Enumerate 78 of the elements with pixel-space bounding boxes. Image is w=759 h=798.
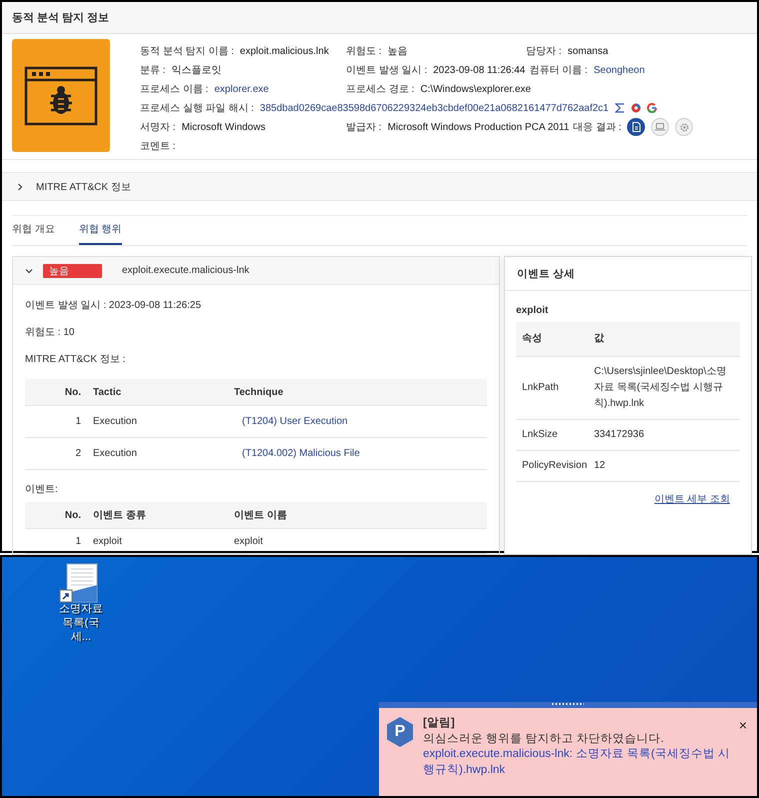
- bug-window-icon: [24, 66, 98, 126]
- field-label: 담당자 :: [526, 45, 562, 58]
- table-cell: Execution: [93, 416, 137, 427]
- mitre-accordion[interactable]: MITRE ATT&CK 정보: [2, 172, 757, 201]
- detail-line: MITRE ATT&CK 정보 :: [25, 353, 126, 366]
- column-header: Tactic: [93, 386, 122, 398]
- field-value: Microsoft Windows: [182, 122, 266, 132]
- close-button[interactable]: ×: [738, 716, 747, 734]
- panel-heading: 이벤트 상세: [505, 257, 751, 291]
- table-cell: exploit: [234, 536, 263, 546]
- events-label: 이벤트:: [25, 483, 59, 496]
- field-label: 코멘트 :: [140, 140, 176, 153]
- table-cell-text: C:\Users\sjinlee\Desktop\소명자료 목록(국세징수법 시행규칙).hwp.lnk: [594, 365, 728, 411]
- column-header: 값: [594, 332, 605, 346]
- technique-link[interactable]: (T1204) User Execution: [234, 416, 348, 427]
- severity-badge: 높음: [43, 264, 102, 278]
- field-value: 2023-09-08 11:26:44: [433, 64, 526, 76]
- notification-message: 의심스러운 행위를 탐지하고 차단하였습니다.: [423, 732, 665, 747]
- document-icon[interactable]: [627, 118, 646, 136]
- field-label: 컴퓨터 이름 :: [529, 64, 588, 77]
- field-label: 동적 분석 탐지 이름 :: [140, 45, 234, 58]
- field-value: Microsoft Windows Production PCA 2011: [388, 122, 570, 132]
- field-value: C:\Windows\explorer.exe: [420, 84, 531, 94]
- logo-icon: P: [385, 716, 415, 748]
- table-cell-text: LnkPath: [522, 381, 560, 395]
- table-cell: Execution: [93, 448, 137, 459]
- column-header: 속성: [522, 332, 543, 346]
- tab[interactable]: 위협 개요: [12, 222, 55, 245]
- table-cell-text: LnkSize: [522, 428, 559, 442]
- gear-icon[interactable]: [675, 118, 694, 136]
- field-link[interactable]: explorer.exe: [214, 84, 269, 94]
- behavior-title: exploit.execute.malicious-lnk: [122, 265, 250, 276]
- column-header: No.: [64, 510, 82, 520]
- table-cell-text: PolicyRevision: [522, 459, 588, 473]
- icon-label: 소명자료 목록(국세...: [58, 603, 104, 644]
- field-label: 프로세스 이름 :: [140, 83, 208, 96]
- detail-line: 위험도 : 10: [25, 326, 76, 339]
- chevron-icon[interactable]: [25, 266, 33, 274]
- table-cell-text: 2: [75, 448, 82, 459]
- field-label: 이벤트 발생 일시 :: [346, 64, 428, 77]
- detail-link[interactable]: 이벤트 세부 조회: [654, 492, 730, 506]
- field-value: 익스플로잇: [172, 64, 222, 77]
- grip-icon[interactable]: [551, 702, 585, 706]
- table-cell-text: 1: [75, 416, 82, 427]
- notification-title: [알림]: [423, 716, 456, 731]
- field-link[interactable]: 385dbad0269cae83598d6706229324eb3cbdef00e21a0682161477d762aaf2c1: [260, 102, 609, 114]
- table-cell-text: 334172936: [594, 428, 646, 442]
- detail-line: 이벤트 발생 일시 : 2023-09-08 11:26:25: [25, 299, 202, 312]
- chevron-icon[interactable]: [16, 182, 24, 190]
- laptop-icon[interactable]: [651, 118, 670, 136]
- technique-link[interactable]: (T1204.002) Malicious File: [234, 448, 360, 459]
- table-cell-text: 12: [594, 459, 606, 473]
- field-label: 발급자 :: [346, 121, 382, 134]
- table-cell-text: 1: [75, 536, 82, 546]
- field-value: somansa: [568, 46, 608, 56]
- field-value: 높음: [388, 45, 408, 58]
- field-label: 대응 결과 :: [573, 121, 622, 134]
- field-link[interactable]: Seongheon: [594, 64, 645, 76]
- sigma-icon[interactable]: [614, 103, 625, 113]
- column-header: No.: [64, 386, 82, 398]
- column-header: 이벤트 종류: [93, 509, 146, 522]
- field-label: 분류 :: [140, 64, 166, 77]
- column-header: 이벤트 이름: [234, 509, 287, 522]
- field-label: 위험도 :: [346, 45, 382, 58]
- field-label: 프로세스 경로 :: [346, 83, 414, 96]
- ring-icon[interactable]: [630, 103, 641, 113]
- field-label: 프로세스 실행 파일 해시 :: [140, 102, 254, 115]
- field-value: exploit.malicious.lnk: [240, 46, 329, 56]
- behavior-header[interactable]: 높음 exploit.execute.malicious-lnk: [13, 257, 499, 285]
- field-label: 서명자 :: [140, 121, 176, 134]
- multicolor-ring-icon[interactable]: [646, 103, 657, 113]
- panel-title: 동적 분석 탐지 정보: [2, 2, 757, 34]
- column-header: Technique: [234, 386, 284, 398]
- section-title: exploit: [516, 305, 550, 316]
- notification-detail: exploit.execute.malicious-lnk: 소명자료 목록(국세징수법 시행규칙).hwp.lnk: [423, 747, 731, 778]
- tab[interactable]: 위협 행위: [78, 222, 122, 245]
- table-cell: exploit: [93, 536, 122, 546]
- accordion-title: MITRE ATT&CK 정보: [36, 180, 131, 194]
